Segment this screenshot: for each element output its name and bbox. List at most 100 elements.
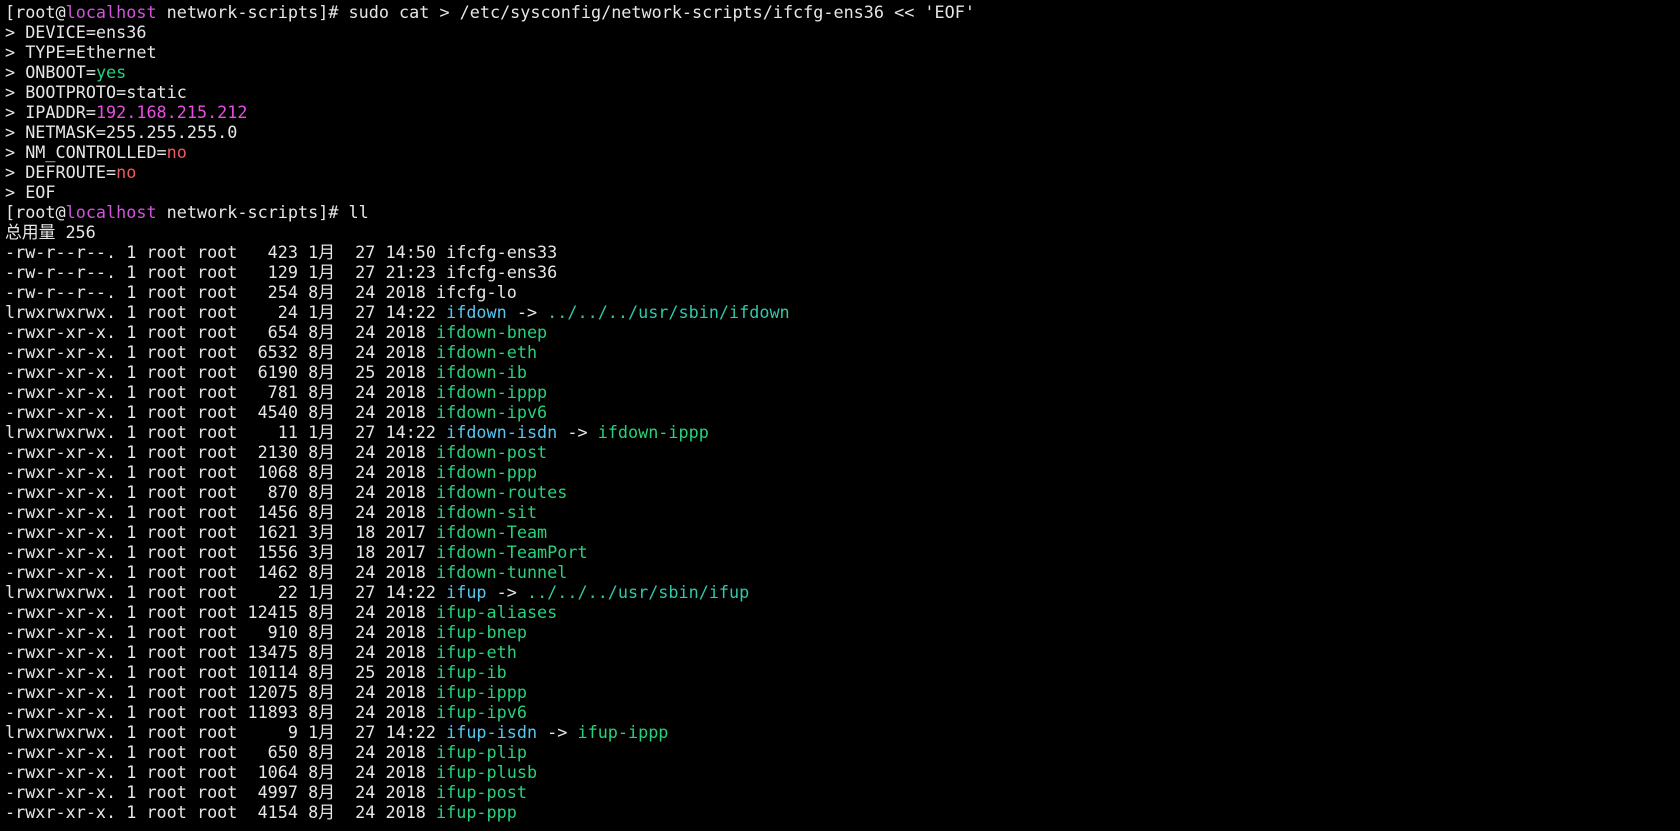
text-segment: ifup-isdn: [446, 722, 538, 742]
text-segment: -rw-r--r--. 1 root root 254 8月 24 2018 i…: [5, 282, 517, 302]
text-segment: ifup: [446, 582, 487, 602]
text-segment: ifdown-Team: [436, 522, 548, 542]
heredoc-input-line: > DEFROUTE=no: [5, 162, 1675, 182]
text-segment: yes: [95, 62, 127, 82]
output-line: -rwxr-xr-x. 1 root root 1556 3月 18 2017 …: [5, 542, 1675, 562]
text-segment: no: [166, 142, 187, 162]
output-line: -rwxr-xr-x. 1 root root 1462 8月 24 2018 …: [5, 562, 1675, 582]
text-segment: ifup-bnep: [436, 622, 527, 642]
text-segment: -rwxr-xr-x. 1 root root 10114 8月 25 2018: [5, 662, 437, 682]
output-line: -rwxr-xr-x. 1 root root 12415 8月 24 2018…: [5, 602, 1675, 622]
output-line: -rwxr-xr-x. 1 root root 10114 8月 25 2018…: [5, 662, 1675, 682]
text-segment: ifdown-ppp: [436, 462, 538, 482]
text-segment: ../../../usr/sbin/ifdown: [547, 302, 790, 322]
text-segment: -rwxr-xr-x. 1 root root 4540 8月 24 2018: [5, 402, 437, 422]
text-segment: ->: [537, 722, 578, 742]
text-segment: network-scripts]# sudo cat > /etc/syscon…: [156, 2, 975, 22]
text-segment: -rwxr-xr-x. 1 root root 13475 8月 24 2018: [5, 642, 437, 662]
output-line: -rwxr-xr-x. 1 root root 12075 8月 24 2018…: [5, 682, 1675, 702]
text-segment: [root@: [5, 202, 66, 222]
text-segment: > EOF: [5, 182, 56, 202]
text-segment: > DEFROUTE=: [5, 162, 117, 182]
text-segment: ../../../usr/sbin/ifup: [526, 582, 750, 602]
text-segment: -rwxr-xr-x. 1 root root 4997 8月 24 2018: [5, 782, 437, 802]
output-line: -rwxr-xr-x. 1 root root 1064 8月 24 2018 …: [5, 762, 1675, 782]
text-segment: -rwxr-xr-x. 1 root root 1456 8月 24 2018: [5, 502, 437, 522]
text-segment: -rwxr-xr-x. 1 root root 1068 8月 24 2018: [5, 462, 437, 482]
output-line: lrwxrwxrwx. 1 root root 11 1月 27 14:22 i…: [5, 422, 1675, 442]
text-segment: ifdown-ib: [436, 362, 527, 382]
text-segment: ifup-ippp: [577, 722, 669, 742]
output-line: -rwxr-xr-x. 1 root root 6532 8月 24 2018 …: [5, 342, 1675, 362]
text-segment: ifup-aliases: [436, 602, 558, 622]
text-segment: localhost: [65, 2, 157, 22]
output-line: 总用量 256: [5, 222, 1675, 242]
text-segment: > DEVICE=ens36: [5, 22, 147, 42]
output-line: -rw-r--r--. 1 root root 129 1月 27 21:23 …: [5, 262, 1675, 282]
text-segment: 192.168.215.212: [95, 102, 248, 122]
output-line: -rwxr-xr-x. 1 root root 910 8月 24 2018 i…: [5, 622, 1675, 642]
text-segment: -rwxr-xr-x. 1 root root 1621 3月 18 2017: [5, 522, 437, 542]
text-segment: ->: [506, 302, 548, 322]
command-line: [root@localhost network-scripts]# ll: [5, 202, 1675, 222]
output-line: -rwxr-xr-x. 1 root root 1456 8月 24 2018 …: [5, 502, 1675, 522]
text-segment: ifdown-tunnel: [436, 562, 568, 582]
text-segment: -rwxr-xr-x. 1 root root 12415 8月 24 2018: [5, 602, 437, 622]
command-line: [root@localhost network-scripts]# sudo c…: [5, 2, 1675, 22]
text-segment: lrwxrwxrwx. 1 root root 22 1月 27 14:22: [5, 582, 447, 602]
text-segment: ifdown-ippp: [436, 382, 548, 402]
output-line: -rwxr-xr-x. 1 root root 6190 8月 25 2018 …: [5, 362, 1675, 382]
text-segment: -rwxr-xr-x. 1 root root 2130 8月 24 2018: [5, 442, 437, 462]
output-line: -rwxr-xr-x. 1 root root 2130 8月 24 2018 …: [5, 442, 1675, 462]
heredoc-input-line: > ONBOOT=yes: [5, 62, 1675, 82]
heredoc-input-line: > BOOTPROTO=static: [5, 82, 1675, 102]
text-segment: ifup-plusb: [436, 762, 538, 782]
text-segment: [root@: [5, 2, 66, 22]
text-segment: ifup-eth: [436, 642, 517, 662]
heredoc-input-line: > IPADDR=192.168.215.212: [5, 102, 1675, 122]
output-line: lrwxrwxrwx. 1 root root 22 1月 27 14:22 i…: [5, 582, 1675, 602]
text-segment: > NETMASK=255.255.255.0: [5, 122, 238, 142]
text-segment: ->: [557, 422, 598, 442]
text-segment: > ONBOOT=: [5, 62, 96, 82]
text-segment: -rwxr-xr-x. 1 root root 781 8月 24 2018: [5, 382, 437, 402]
text-segment: ifdown: [446, 302, 507, 322]
text-segment: ifdown-TeamPort: [436, 542, 588, 562]
output-line: -rwxr-xr-x. 1 root root 13475 8月 24 2018…: [5, 642, 1675, 662]
output-line: -rwxr-xr-x. 1 root root 11893 8月 24 2018…: [5, 702, 1675, 722]
output-line: -rwxr-xr-x. 1 root root 650 8月 24 2018 i…: [5, 742, 1675, 762]
text-segment: ifup-ippp: [436, 682, 527, 702]
text-segment: -rwxr-xr-x. 1 root root 11893 8月 24 2018: [5, 702, 437, 722]
heredoc-input-line: > EOF: [5, 182, 1675, 202]
text-segment: > IPADDR=: [5, 102, 96, 122]
heredoc-input-line: > DEVICE=ens36: [5, 22, 1675, 42]
terminal-window[interactable]: [root@localhost network-scripts]# sudo c…: [5, 2, 1675, 829]
text-segment: -rw-r--r--. 1 root root 129 1月 27 21:23 …: [5, 262, 558, 282]
text-segment: 总用量 256: [5, 222, 96, 242]
output-line: -rw-r--r--. 1 root root 254 8月 24 2018 i…: [5, 282, 1675, 302]
text-segment: -rwxr-xr-x. 1 root root 12075 8月 24 2018: [5, 682, 437, 702]
text-segment: ->: [486, 582, 527, 602]
text-segment: ifup-ipv6: [436, 702, 527, 722]
output-line: -rw-r--r--. 1 root root 423 1月 27 14:50 …: [5, 242, 1675, 262]
output-line: -rwxr-xr-x. 1 root root 654 8月 24 2018 i…: [5, 322, 1675, 342]
text-segment: -rwxr-xr-x. 1 root root 910 8月 24 2018: [5, 622, 437, 642]
text-segment: -rw-r--r--. 1 root root 423 1月 27 14:50 …: [5, 242, 558, 262]
output-line: -rwxr-xr-x. 1 root root 781 8月 24 2018 i…: [5, 382, 1675, 402]
heredoc-input-line: > NM_CONTROLLED=no: [5, 142, 1675, 162]
text-segment: ifup-plip: [436, 742, 527, 762]
text-segment: -rwxr-xr-x. 1 root root 6532 8月 24 2018: [5, 342, 437, 362]
heredoc-input-line: > NETMASK=255.255.255.0: [5, 122, 1675, 142]
text-segment: ifdown-post: [436, 442, 548, 462]
text-segment: ifdown-bnep: [436, 322, 548, 342]
text-segment: -rwxr-xr-x. 1 root root 654 8月 24 2018: [5, 322, 437, 342]
output-line: -rwxr-xr-x. 1 root root 4154 8月 24 2018 …: [5, 802, 1675, 822]
text-segment: lrwxrwxrwx. 1 root root 24 1月 27 14:22: [5, 302, 447, 322]
text-segment: > NM_CONTROLLED=: [5, 142, 167, 162]
text-segment: -rwxr-xr-x. 1 root root 4154 8月 24 2018: [5, 802, 437, 822]
text-segment: ifdown-sit: [436, 502, 538, 522]
text-segment: ifup-ppp: [436, 802, 517, 822]
output-line: lrwxrwxrwx. 1 root root 9 1月 27 14:22 if…: [5, 722, 1675, 742]
text-segment: -rwxr-xr-x. 1 root root 650 8月 24 2018: [5, 742, 437, 762]
text-segment: -rwxr-xr-x. 1 root root 6190 8月 25 2018: [5, 362, 437, 382]
